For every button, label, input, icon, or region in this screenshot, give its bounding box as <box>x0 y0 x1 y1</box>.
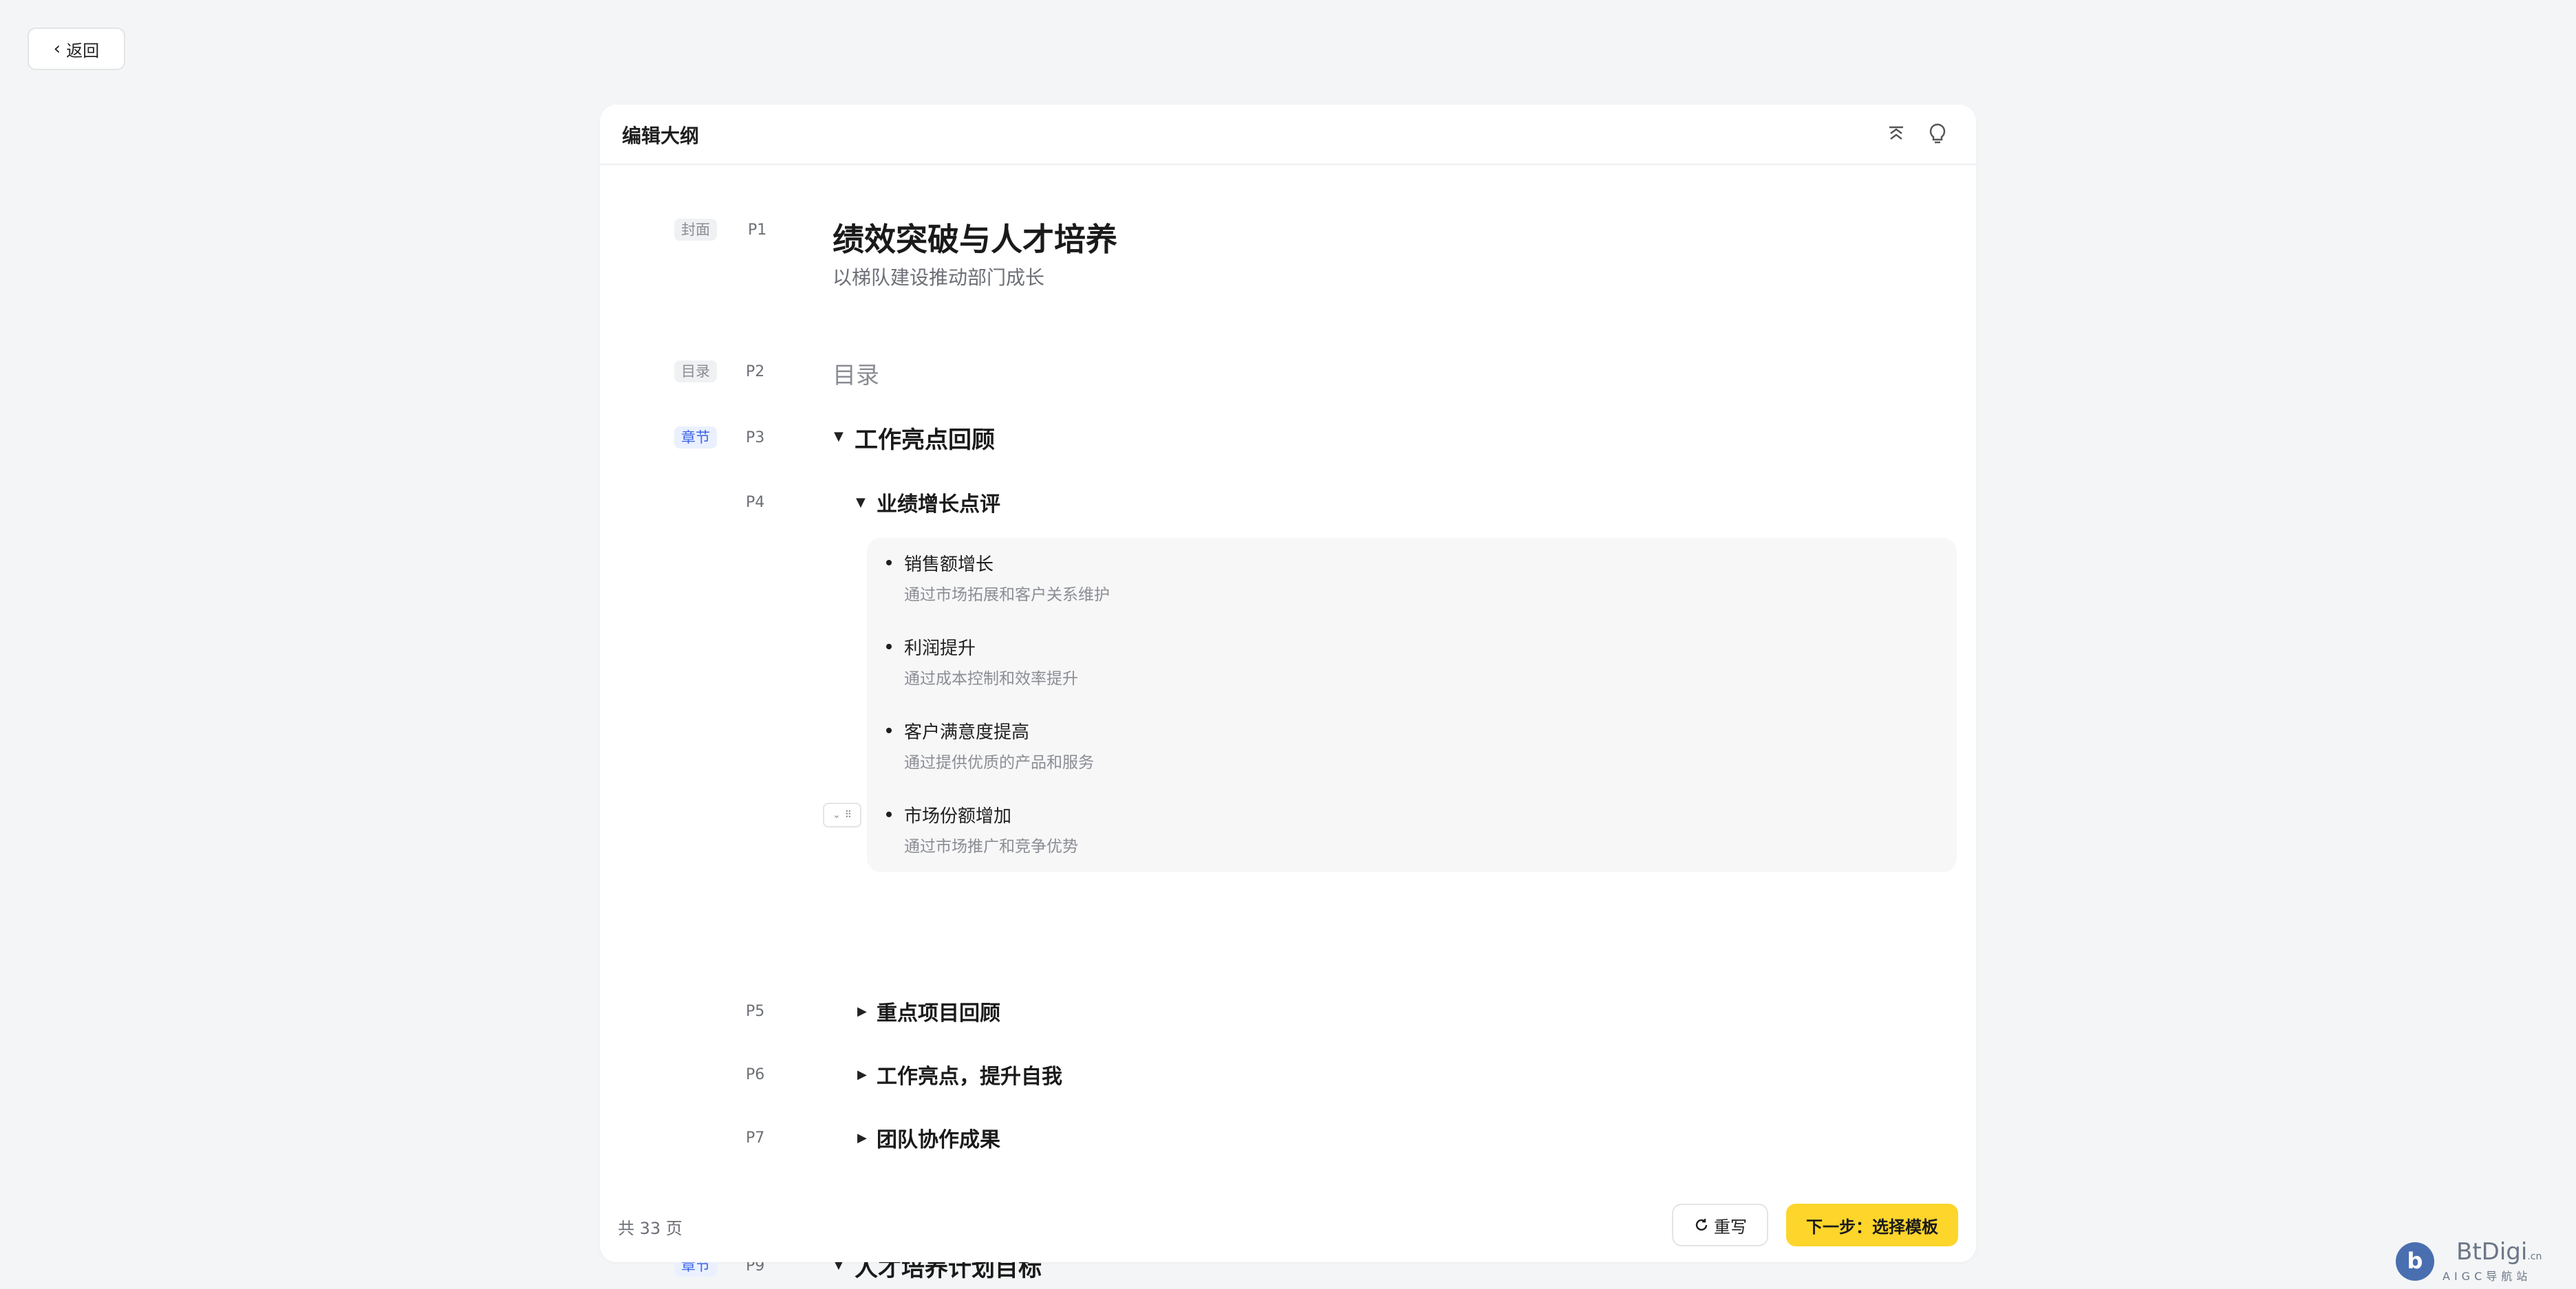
watermark-subtitle: AIGC导航站 <box>2443 1270 2532 1283</box>
cover-tag: 封面 <box>674 219 717 241</box>
page-number: P1 <box>748 221 767 239</box>
rewrite-label: 重写 <box>1714 1217 1747 1237</box>
chevron-left-icon: ‹ <box>53 39 61 59</box>
cover-title[interactable]: 绩效突破与人才培养 <box>833 215 1117 260</box>
watermark-logo: b BtDigi.cn AIGC导航站 <box>2396 1238 2547 1283</box>
point-title[interactable]: 销售额增长 <box>904 550 994 576</box>
back-button-label: 返回 <box>66 41 100 61</box>
page-number: P4 <box>746 494 765 511</box>
page-number: P7 <box>746 1129 765 1147</box>
point-desc[interactable]: 通过成本控制和效率提升 <box>904 665 1078 689</box>
subsection-title[interactable]: 业绩增长点评 <box>877 487 1000 517</box>
watermark-brand: BtDigi.cn <box>2456 1238 2542 1266</box>
lightbulb-icon[interactable] <box>1922 118 1953 149</box>
caret-down-icon[interactable]: ▼ <box>834 1257 844 1272</box>
point-desc[interactable]: 通过市场推广和竞争优势 <box>904 833 1078 856</box>
bullet-icon <box>886 644 892 649</box>
point-desc[interactable]: 通过市场拓展和客户关系维护 <box>904 581 1110 605</box>
page-count: 共 33 页 <box>618 1219 683 1238</box>
page-number: P9 <box>746 1257 765 1275</box>
caret-right-icon[interactable]: ▶ <box>857 1004 867 1019</box>
next-step-button[interactable]: 下一步：选择模板 <box>1786 1204 1958 1246</box>
point-title[interactable]: 市场份额增加 <box>904 802 1011 827</box>
bullet-icon <box>886 728 892 733</box>
caret-down-icon[interactable]: ▼ <box>834 429 844 444</box>
caret-right-icon[interactable]: ▶ <box>857 1131 867 1145</box>
panel-title: 编辑大纲 <box>622 124 700 147</box>
page-number: P6 <box>746 1066 765 1083</box>
grip-icon[interactable]: ⠿ <box>845 810 852 821</box>
toc-tag: 目录 <box>674 360 717 382</box>
outline-editor-panel: 编辑大纲 封面 P1 绩效突破与人才培养 以梯队建设推动部门成长 目录 P2 目… <box>600 105 1976 1282</box>
point-desc[interactable]: 通过提供优质的产品和服务 <box>904 749 1094 772</box>
caret-right-icon[interactable]: ▶ <box>857 1068 867 1082</box>
drag-handle[interactable]: ⌄ ⠿ <box>823 803 861 827</box>
chevron-down-icon[interactable]: ⌄ <box>833 810 841 821</box>
page-number: P5 <box>746 1003 765 1020</box>
page-number: P3 <box>746 429 765 446</box>
section-title[interactable]: 人才培养计划目标 <box>855 1249 1042 1283</box>
toc-title[interactable]: 目录 <box>833 356 879 390</box>
subsection-title[interactable]: 重点项目回顾 <box>877 996 1000 1026</box>
refresh-icon <box>1695 1219 1708 1231</box>
subsection-title[interactable]: 团队协作成果 <box>877 1123 1000 1153</box>
bullet-icon <box>886 812 892 817</box>
page-number: P2 <box>746 363 765 380</box>
page-number: P8 <box>746 1193 765 1210</box>
back-button[interactable]: ‹ 返回 <box>28 28 125 70</box>
point-title[interactable]: 客户满意度提高 <box>904 718 1029 744</box>
outline-collapse-icon[interactable] <box>1881 118 1911 149</box>
section-title[interactable]: 工作亮点回顾 <box>855 421 995 455</box>
watermark-brand-name: BtDigi <box>2456 1238 2528 1266</box>
logo-badge: b <box>2396 1242 2434 1281</box>
cover-subtitle[interactable]: 以梯队建设推动部门成长 <box>833 263 1044 290</box>
panel-header: 编辑大纲 <box>600 105 1976 165</box>
caret-down-icon[interactable]: ▼ <box>856 495 866 510</box>
caret-right-icon[interactable]: ▶ <box>857 1194 867 1209</box>
section-tag: 章节 <box>674 1255 717 1277</box>
subsection-title[interactable]: 总结过去，展望未来 <box>877 1186 1062 1216</box>
rewrite-button[interactable]: 重写 <box>1672 1204 1768 1246</box>
watermark-domain: .cn <box>2527 1251 2542 1262</box>
section-tag: 章节 <box>674 426 717 448</box>
bullet-icon <box>886 560 892 565</box>
point-title[interactable]: 利润提升 <box>904 634 976 660</box>
subsection-title[interactable]: 工作亮点，提升自我 <box>877 1059 1062 1090</box>
